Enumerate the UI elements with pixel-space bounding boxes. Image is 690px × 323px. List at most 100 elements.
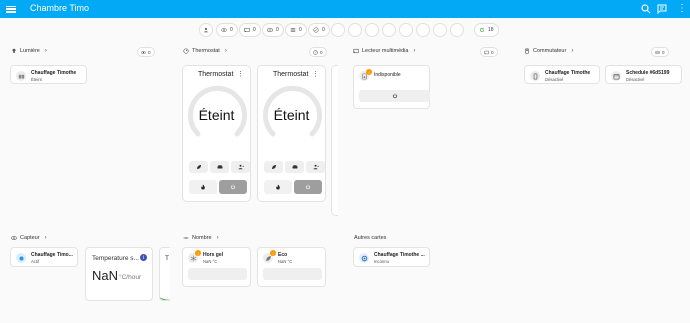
tile-autres-chauffage[interactable]: Chauffage Timothe ... Inconnu (353, 247, 430, 267)
tile-state: Désactivé (545, 76, 564, 82)
section-badge-thermostat[interactable]: 0 (309, 47, 327, 57)
chevron-right-icon: › (44, 48, 47, 54)
summary-chip-eye[interactable]: 0 (216, 23, 238, 37)
section-badge-media[interactable]: 0 (480, 47, 498, 57)
tile-state: Actif (31, 258, 40, 264)
more-vert-icon[interactable]: ⋮ (237, 70, 244, 78)
fire-icon (276, 184, 280, 190)
tile-name: Schedule #6d5199 (626, 70, 670, 76)
chevron-right-icon: › (413, 48, 416, 54)
thermostat-icon (313, 49, 318, 55)
person-icon (204, 28, 208, 33)
info-icon[interactable]: i (140, 254, 147, 261)
search-icon[interactable] (640, 3, 652, 15)
heat-mode-button[interactable] (189, 180, 217, 194)
power-icon (305, 184, 311, 190)
menu-icon[interactable] (6, 4, 16, 14)
more-vert-icon[interactable]: ⋮ (312, 70, 319, 78)
summary-chip-empty[interactable] (399, 23, 413, 37)
number-slider[interactable] (188, 268, 247, 280)
section-heading-commutateur[interactable]: Commutateur › (524, 48, 573, 54)
tile-name: Chauffage Timothe (31, 70, 77, 76)
assist-chat-icon[interactable] (656, 3, 668, 15)
thermostat-title: Thermostat (273, 71, 309, 78)
section-heading-media[interactable]: Lecteur multimédia › (353, 48, 415, 54)
heat-mode-button[interactable] (264, 180, 292, 194)
thermostat-card[interactable]: Thermostat ⋮ Éteint (182, 65, 251, 202)
graph-card-unit: °C/hour (119, 274, 142, 281)
preset-mode-row (264, 161, 325, 173)
thermostat-card-partial[interactable] (331, 65, 338, 216)
media-player-icon (655, 50, 660, 54)
away-mode-button[interactable] (231, 161, 250, 173)
unavailable-badge-icon: ! (366, 69, 372, 75)
chevron-right-icon: › (216, 235, 219, 241)
summary-chip-cast[interactable]: 0 (239, 23, 261, 37)
comfort-mode-button[interactable] (210, 161, 229, 173)
summary-chip-person[interactable] (199, 23, 213, 37)
tile-name: Eco (278, 252, 288, 258)
summary-chip-empty[interactable] (416, 23, 430, 37)
thermostat-card[interactable]: Thermostat ⋮ Éteint (257, 65, 326, 202)
section-heading-thermostat[interactable]: Thermostat › (183, 48, 227, 54)
section-heading-capteur[interactable]: Capteur › (11, 235, 47, 241)
unavailable-badge-icon: ! (195, 250, 201, 256)
comfort-mode-button[interactable] (285, 161, 304, 173)
thermostat-state: Éteint (273, 107, 310, 123)
top-app-bar: Chambre Timo ⋮ (0, 0, 690, 18)
summary-chip-empty[interactable] (348, 23, 362, 37)
switch-icon (525, 48, 529, 54)
graph-card-title: Temperature s... (92, 255, 139, 262)
summary-chip-empty[interactable] (450, 23, 464, 37)
sensor-icon (16, 253, 26, 263)
sensor-graph-card[interactable]: Temperature s... i NaN °C/hour (85, 247, 153, 301)
media-player-icon (267, 28, 273, 32)
section-heading-nombre[interactable]: Nombre › (183, 235, 219, 241)
section-badge-lumiere[interactable]: 0 (137, 47, 155, 57)
off-mode-button[interactable] (219, 180, 247, 194)
summary-chip-empty[interactable] (382, 23, 396, 37)
summary-chip-empty[interactable] (331, 23, 345, 37)
refresh-icon (479, 27, 485, 32)
summary-chip-check[interactable]: 0 (308, 23, 330, 37)
summary-chip-empty[interactable] (365, 23, 379, 37)
summary-chip-refresh[interactable]: 18 (474, 23, 499, 37)
graph-line (160, 297, 170, 300)
power-icon (392, 93, 397, 99)
switch-icon (530, 71, 540, 81)
tile-nombre-eco[interactable]: ! Eco NaN °C (257, 247, 326, 287)
tile-capteur-chauffage[interactable]: Chauffage Timo... Actif (10, 247, 78, 267)
unavailable-badge-icon: ! (270, 250, 276, 256)
chevron-right-icon: › (224, 48, 227, 54)
tile-commutateur-chauffage[interactable]: Chauffage Timothe Désactivé (524, 65, 600, 84)
tile-name: Hors gel (203, 252, 224, 258)
tile-media-player[interactable]: ! Indisponible (353, 65, 430, 109)
calendar-icon (611, 71, 621, 81)
more-vert-icon[interactable]: ⋮ (676, 3, 688, 15)
eye-icon (11, 236, 17, 240)
tile-commutateur-schedule[interactable]: Schedule #6d5199 Désactivé (605, 65, 682, 84)
section-heading-lumiere[interactable]: Lumière › (11, 48, 47, 54)
hvac-mode-row (264, 180, 322, 194)
chevron-right-icon: › (571, 48, 574, 54)
sliders-icon (290, 28, 296, 32)
cast-icon (244, 28, 250, 32)
eco-mode-button[interactable] (189, 161, 208, 173)
summary-chip-media[interactable]: 0 (262, 23, 284, 37)
number-slider[interactable] (263, 268, 322, 280)
tile-state: Désactivé (626, 76, 645, 82)
away-mode-button[interactable] (306, 161, 325, 173)
section-badge-commutateur[interactable]: 0 (651, 47, 669, 57)
eye-icon (221, 28, 227, 32)
sensor-graph-card-partial[interactable]: T (159, 247, 170, 301)
tile-lumiere-chauffage[interactable]: Chauffage Timothe Éteint (10, 65, 87, 84)
thermostat-icon (183, 48, 189, 54)
summary-chip-sliders[interactable]: 0 (285, 23, 307, 37)
media-power-button[interactable] (359, 90, 430, 102)
tile-nombre-hors-gel[interactable]: ! Hors gel NaN °C (182, 247, 251, 287)
tile-state: Inconnu (374, 258, 389, 264)
summary-chip-empty[interactable] (433, 23, 447, 37)
eco-mode-button[interactable] (264, 161, 283, 173)
lightbulb-icon (12, 48, 16, 53)
off-mode-button[interactable] (294, 180, 322, 194)
